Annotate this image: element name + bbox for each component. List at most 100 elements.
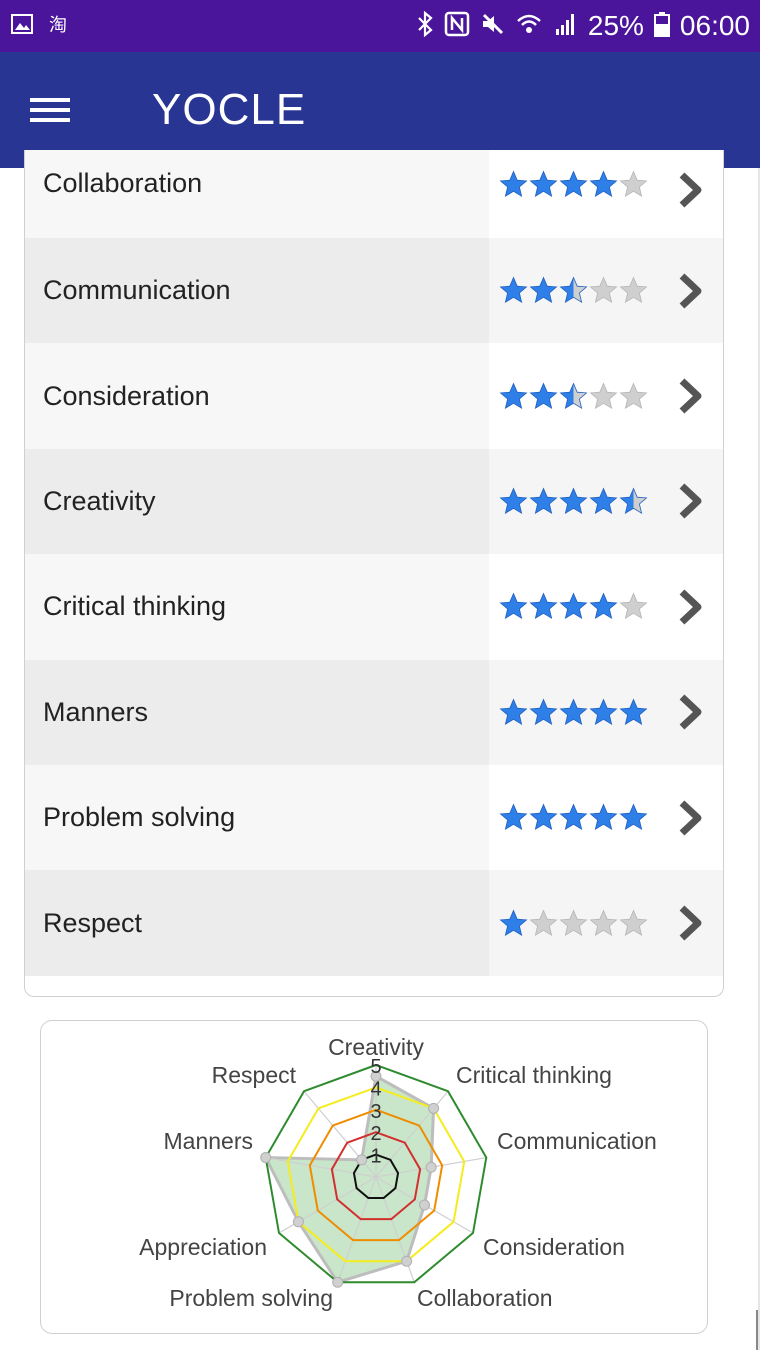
skill-name: Communication — [25, 238, 489, 344]
star-icon — [529, 487, 558, 516]
axis-label: Manners — [164, 1128, 253, 1154]
star-rating — [499, 909, 648, 938]
skill-rating — [489, 554, 723, 660]
app-title: YOCLE — [152, 85, 307, 134]
star-icon — [589, 382, 618, 411]
skill-row[interactable]: Critical thinking — [25, 554, 723, 660]
nfc-icon — [444, 11, 470, 41]
axis-label: Critical thinking — [456, 1062, 612, 1088]
skill-row[interactable]: Manners — [25, 659, 723, 765]
hamburger-icon — [30, 92, 70, 128]
data-point — [292, 1216, 304, 1228]
tick-label: 2 — [370, 1123, 381, 1145]
svg-text:淘: 淘 — [49, 15, 67, 36]
wifi-icon — [516, 11, 542, 41]
data-point — [428, 1102, 440, 1114]
battery-percent: 25% — [587, 10, 644, 41]
chevron-right-icon[interactable] — [675, 271, 705, 311]
skill-rating — [489, 870, 723, 976]
battery-icon — [653, 11, 670, 41]
skill-name: Critical thinking — [25, 554, 489, 660]
axis-label: Communication — [497, 1128, 657, 1154]
star-icon — [619, 382, 648, 411]
skill-rating — [489, 448, 723, 555]
skill-row[interactable]: Communication — [25, 238, 723, 344]
skill-rating — [489, 343, 723, 449]
star-icon — [559, 803, 588, 832]
star-rating — [499, 803, 648, 832]
taobao-icon: 淘 — [48, 12, 72, 40]
star-icon — [529, 382, 558, 411]
axis-label: Respect — [212, 1062, 297, 1088]
skill-row[interactable]: Respect — [25, 870, 723, 976]
tick-label: 1 — [370, 1146, 381, 1168]
skill-rating — [489, 764, 723, 871]
radar-chart: 12345CreativityCritical thinkingCommunic… — [139, 1034, 657, 1311]
skill-row[interactable]: Problem solving — [25, 764, 723, 871]
skill-rating — [489, 238, 723, 344]
skill-row[interactable]: Collaboration — [25, 150, 723, 238]
status-bar: 淘 25% 06:00 — [0, 0, 760, 52]
star-icon — [619, 698, 648, 727]
data-point — [356, 1154, 368, 1166]
skill-rating — [489, 150, 723, 238]
star-icon — [499, 909, 528, 938]
star-icon — [529, 592, 558, 621]
star-rating — [499, 382, 648, 411]
star-icon — [589, 487, 618, 516]
chevron-right-icon[interactable] — [675, 903, 705, 943]
axis-label: Appreciation — [139, 1234, 267, 1260]
star-icon — [559, 170, 588, 199]
star-icon — [589, 592, 618, 621]
skill-name: Collaboration — [25, 150, 489, 238]
star-icon — [589, 170, 618, 199]
skills-list: Collaboration Communication Consideration C… — [25, 150, 723, 976]
star-icon — [529, 909, 558, 938]
chevron-right-icon[interactable] — [675, 376, 705, 416]
clock: 06:00 — [679, 10, 750, 41]
scroll-thumb[interactable] — [756, 1310, 758, 1350]
star-icon — [619, 592, 648, 621]
chevron-right-icon[interactable] — [675, 692, 705, 732]
skills-card: Collaboration Communication Consideration C… — [24, 150, 724, 997]
star-icon — [529, 170, 558, 199]
chevron-right-icon[interactable] — [675, 587, 705, 627]
chevron-right-icon[interactable] — [675, 170, 705, 210]
skill-rating — [489, 659, 723, 765]
signal-icon — [552, 11, 578, 41]
skill-name: Respect — [25, 870, 489, 976]
data-point — [418, 1199, 430, 1211]
star-icon — [619, 276, 648, 305]
skill-name: Creativity — [25, 448, 489, 555]
tick-label: 3 — [370, 1101, 381, 1123]
star-rating — [499, 592, 648, 621]
data-point — [401, 1255, 413, 1267]
data-point — [260, 1152, 272, 1164]
skill-row[interactable]: Creativity — [25, 448, 723, 555]
star-icon — [499, 698, 528, 727]
star-icon — [589, 803, 618, 832]
star-icon — [559, 382, 588, 411]
tick-label: 4 — [370, 1078, 381, 1100]
star-icon — [559, 592, 588, 621]
star-rating — [499, 698, 648, 727]
star-rating — [499, 170, 648, 199]
data-point — [332, 1276, 344, 1288]
star-icon — [619, 803, 648, 832]
skill-row[interactable]: Consideration — [25, 343, 723, 449]
axis-label: Problem solving — [169, 1285, 333, 1311]
star-icon — [529, 803, 558, 832]
star-rating — [499, 276, 648, 305]
star-icon — [619, 909, 648, 938]
chevron-right-icon[interactable] — [675, 481, 705, 521]
star-rating — [499, 487, 648, 516]
skill-name: Consideration — [25, 343, 489, 449]
star-icon — [499, 592, 528, 621]
axis-label: Collaboration — [417, 1285, 553, 1311]
star-icon — [499, 803, 528, 832]
star-icon — [529, 698, 558, 727]
chevron-right-icon[interactable] — [675, 798, 705, 838]
star-icon — [559, 909, 588, 938]
star-icon — [499, 170, 528, 199]
star-icon — [619, 487, 648, 516]
